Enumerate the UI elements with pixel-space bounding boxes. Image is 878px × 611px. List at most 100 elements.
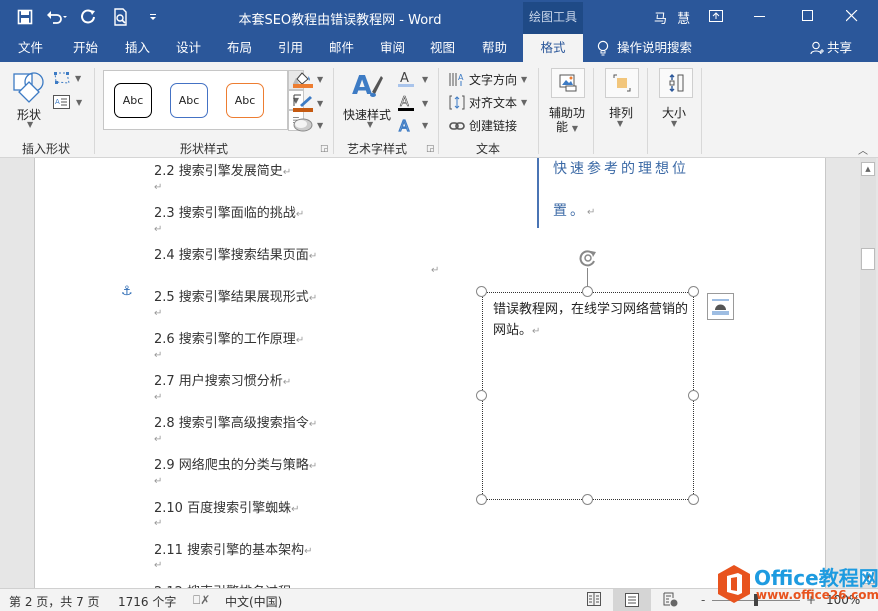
- selected-text-box[interactable]: 错误教程网，在线学习网络营销的网站。↵: [482, 292, 694, 500]
- create-link-button[interactable]: 创建链接: [449, 117, 517, 134]
- toc-line[interactable]: 2.8 搜索引擎高级搜索指令↵: [154, 412, 317, 431]
- tab-view[interactable]: 视图: [430, 34, 455, 62]
- edit-shape-button[interactable]: ▼: [53, 71, 81, 85]
- tab-file[interactable]: 文件: [18, 34, 43, 62]
- shapes-dropdown-icon[interactable]: ▼: [27, 120, 33, 129]
- sidebar-quote-line: 置。↵: [553, 203, 599, 219]
- text-effects-button[interactable]: A ▼: [398, 117, 428, 133]
- toc-line[interactable]: 2.7 用户搜索习惯分析↵: [154, 370, 291, 389]
- svg-text:A: A: [352, 71, 372, 101]
- scroll-thumb[interactable]: [861, 248, 875, 270]
- toc-line[interactable]: 2.9 网络爬虫的分类与策略↵: [154, 454, 317, 473]
- shape-style-blue[interactable]: Abc: [170, 83, 208, 118]
- collapse-ribbon-icon[interactable]: ︿: [858, 142, 868, 157]
- alt-text-icon[interactable]: [551, 68, 585, 98]
- word-count-status[interactable]: 1716 个字: [118, 593, 176, 610]
- text-box-content[interactable]: 错误教程网，在线学习网络营销的网站。↵: [493, 299, 688, 342]
- tab-design[interactable]: 设计: [176, 34, 201, 62]
- user-name[interactable]: 马 慧: [654, 8, 693, 27]
- tab-layout[interactable]: 布局: [227, 34, 252, 62]
- toc-line[interactable]: 2.2 搜索引擎发展简史↵: [154, 160, 291, 179]
- read-mode-icon[interactable]: [587, 592, 601, 609]
- minimize-button[interactable]: [738, 0, 782, 32]
- quick-styles-icon[interactable]: A: [352, 70, 384, 105]
- toc-line[interactable]: 2.6 搜索引擎的工作原理↵: [154, 328, 304, 347]
- zoom-slider-thumb[interactable]: [754, 594, 758, 606]
- tell-me-label: 操作说明搜索: [617, 40, 693, 55]
- text-box-button[interactable]: A ▼: [53, 95, 82, 109]
- web-layout-icon[interactable]: [663, 592, 678, 610]
- tab-references[interactable]: 引用: [278, 34, 303, 62]
- print-layout-icon: [625, 593, 639, 607]
- page-count-status[interactable]: 第 2 页，共 7 页: [9, 593, 100, 610]
- resize-handle-top[interactable]: [582, 286, 593, 297]
- toc-line[interactable]: 2.11 搜索引擎的基本架构↵: [154, 539, 312, 558]
- tell-me-search[interactable]: 操作说明搜索: [597, 34, 692, 62]
- zoom-out-button[interactable]: -: [701, 593, 705, 607]
- resize-handle-bottom-right[interactable]: [688, 494, 699, 505]
- toc-line[interactable]: 2.5 搜索引擎结果展现形式↵: [154, 286, 317, 305]
- shape-effects-button[interactable]: ▼: [293, 118, 323, 132]
- tab-mailings[interactable]: 邮件: [329, 34, 354, 62]
- group-separator: [647, 68, 648, 154]
- language-status[interactable]: 中文(中国): [225, 593, 282, 610]
- shape-fill-button[interactable]: ▼: [293, 70, 323, 88]
- resize-handle-top-left[interactable]: [476, 286, 487, 297]
- proofing-icon[interactable]: ⎕✗: [193, 593, 210, 608]
- size-icon[interactable]: [659, 68, 693, 98]
- close-button[interactable]: [830, 0, 874, 32]
- toc-line[interactable]: 2.3 搜索引擎面临的挑战↵: [154, 202, 304, 221]
- maximize-button[interactable]: [786, 0, 830, 32]
- close-icon: [846, 10, 858, 22]
- zoom-in-button[interactable]: +: [806, 593, 816, 607]
- tab-insert[interactable]: 插入: [125, 34, 150, 62]
- quick-styles-dropdown-icon[interactable]: ▼: [367, 120, 373, 129]
- arrange-dropdown-icon[interactable]: ▼: [617, 119, 623, 128]
- resize-handle-left[interactable]: [476, 390, 487, 401]
- ribbon: 形状 ▼ ▼ A ▼ 插入形状 Abc Abc Abc ▲ ▼ ☰ ▼ ▼ ▼ …: [0, 62, 878, 158]
- text-fill-button[interactable]: A ▼: [398, 70, 428, 88]
- shapes-icon[interactable]: [12, 70, 46, 104]
- tab-help[interactable]: 帮助: [482, 34, 507, 62]
- text-outline-button[interactable]: A ▼: [398, 94, 428, 112]
- tab-review[interactable]: 审阅: [380, 34, 405, 62]
- text-direction-button[interactable]: A 文字方向 ▼: [449, 71, 527, 88]
- size-dropdown-icon[interactable]: ▼: [671, 119, 677, 128]
- toc-line[interactable]: 2.4 搜索引擎搜索结果页面↵: [154, 244, 317, 263]
- align-text-button[interactable]: 对齐文本 ▼: [449, 94, 527, 111]
- rotate-handle-icon[interactable]: [578, 248, 598, 271]
- scroll-up-button[interactable]: ▲: [861, 162, 875, 176]
- resize-handle-top-right[interactable]: [688, 286, 699, 297]
- print-layout-button[interactable]: [613, 589, 651, 611]
- document-page[interactable]: 2.2 搜索引擎发展简史↵ ↵ 2.3 搜索引擎面临的挑战↵ ↵ 2.4 搜索引…: [34, 158, 826, 588]
- shape-style-black[interactable]: Abc: [114, 83, 152, 118]
- resize-handle-bottom-left[interactable]: [476, 494, 487, 505]
- align-text-icon: [449, 95, 465, 110]
- vertical-scrollbar[interactable]: ▲ ▼: [860, 158, 876, 588]
- layout-options-button[interactable]: [707, 293, 734, 320]
- edit-shape-icon: [54, 72, 70, 84]
- text-outline-icon: A: [398, 95, 414, 111]
- shape-style-orange[interactable]: Abc: [226, 83, 264, 118]
- resize-handle-bottom[interactable]: [582, 494, 593, 505]
- paragraph-mark: ↵: [154, 308, 163, 319]
- tab-format[interactable]: 格式: [523, 34, 583, 62]
- zoom-level[interactable]: 100%: [826, 593, 860, 607]
- tab-home[interactable]: 开始: [73, 34, 98, 62]
- ribbon-display-options-button[interactable]: [694, 0, 738, 32]
- share-button[interactable]: 共享: [810, 34, 852, 62]
- arrange-icon[interactable]: [605, 68, 639, 98]
- shape-outline-button[interactable]: ▼: [293, 94, 323, 112]
- paragraph-mark: ↵: [154, 224, 163, 235]
- wordart-dialog-launcher[interactable]: ◲: [426, 144, 435, 154]
- resize-handle-right[interactable]: [688, 390, 699, 401]
- shape-styles-dialog-launcher[interactable]: ◲: [320, 144, 329, 154]
- scroll-down-button[interactable]: ▼: [861, 570, 875, 584]
- accessibility-label-line2[interactable]: 能 ▼: [556, 118, 578, 135]
- toc-line[interactable]: 2.12 搜索引擎排名过程↵: [154, 581, 299, 588]
- paragraph-mark: ↵: [154, 476, 163, 487]
- group-separator: [701, 68, 702, 154]
- text-fill-icon: A: [398, 71, 414, 87]
- anchor-icon[interactable]: ⚓: [121, 284, 133, 299]
- toc-line[interactable]: 2.10 百度搜索引擎蜘蛛↵: [154, 497, 299, 516]
